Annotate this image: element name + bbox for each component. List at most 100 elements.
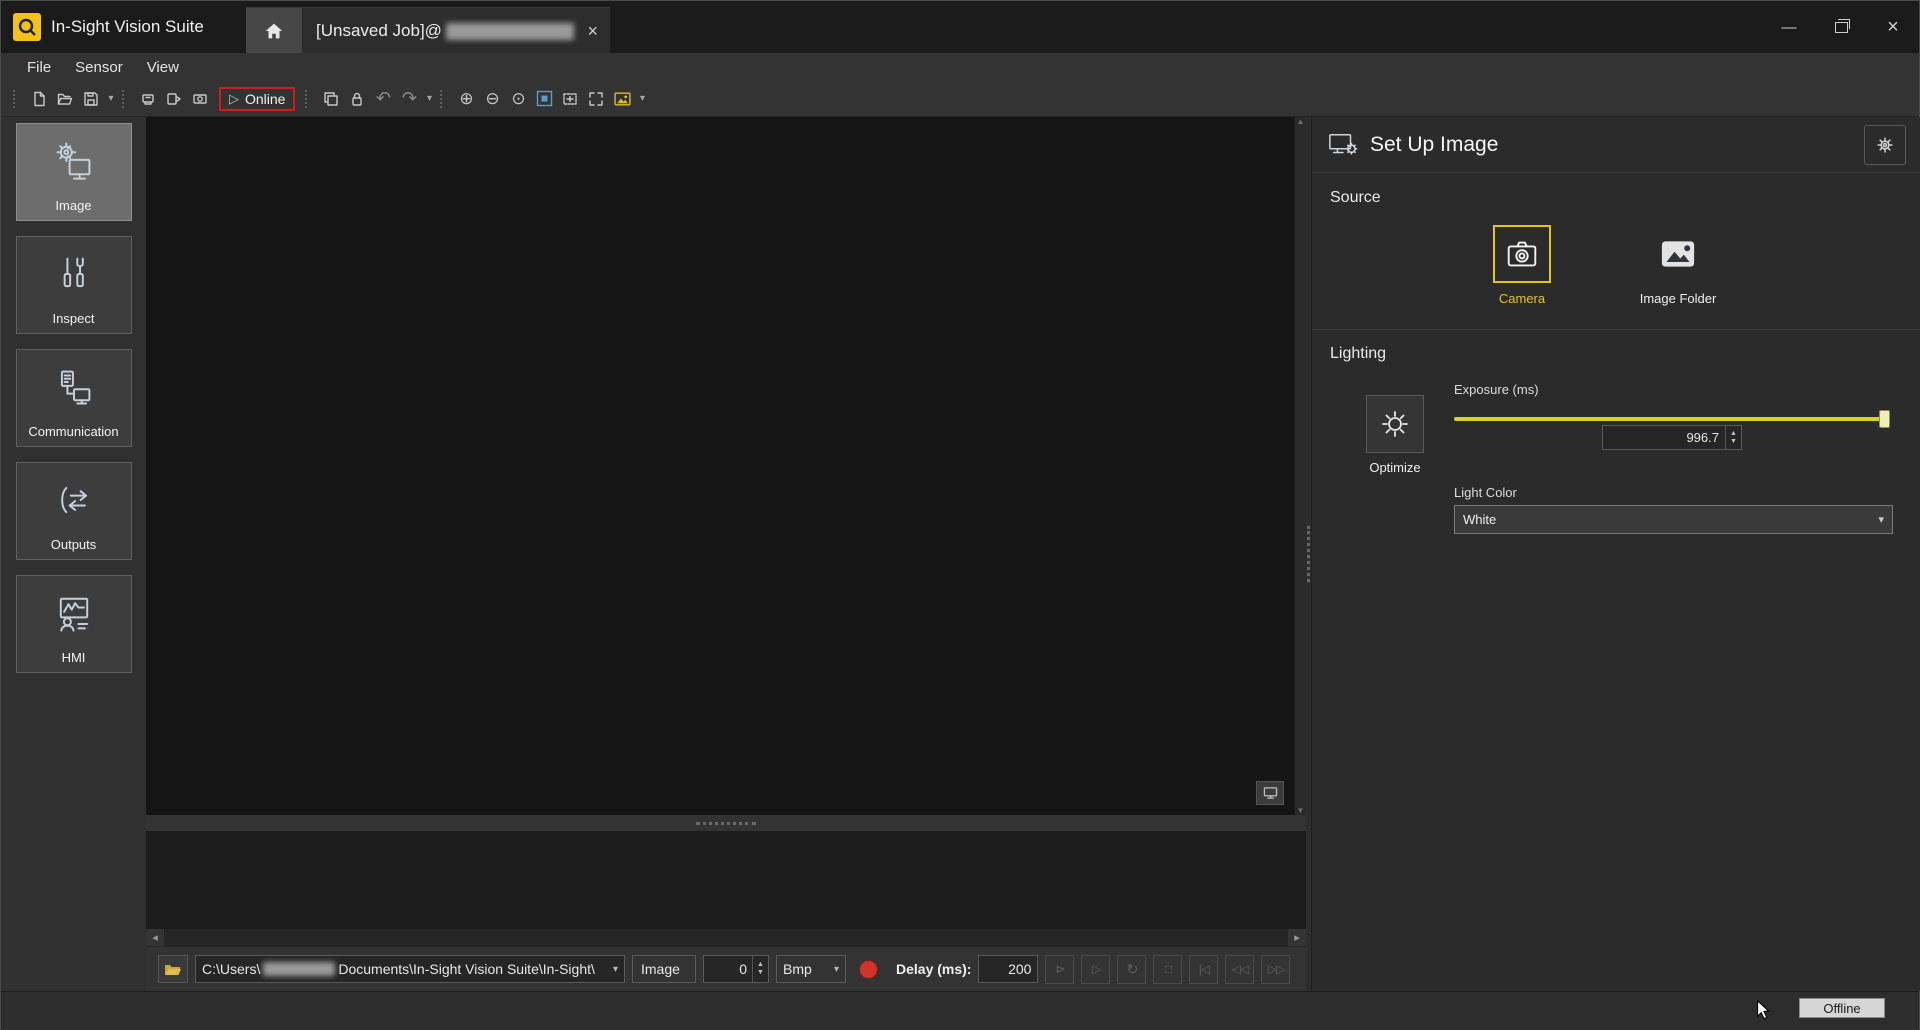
exposure-column: Exposure (ms) 996.7 ▲▼ Light Color White… <box>1454 381 1894 399</box>
add-sensor-button[interactable] <box>161 86 187 112</box>
toolbar-overflow-icon[interactable]: ▾ <box>635 86 649 112</box>
lighting-heading: Lighting <box>1330 345 1386 363</box>
new-job-button[interactable] <box>26 86 52 112</box>
menu-file[interactable]: File <box>15 59 63 76</box>
tab-close-icon[interactable]: × <box>587 21 598 42</box>
sidebar-item-label: Inspect <box>53 311 95 326</box>
section-divider <box>1312 329 1920 330</box>
undo-dropdown-icon[interactable]: ▾ <box>422 86 436 112</box>
toolbar-grip[interactable] <box>440 90 446 108</box>
display-toggle-button[interactable] <box>1256 781 1284 805</box>
image-folder-button[interactable] <box>1649 225 1707 283</box>
scroll-up-icon[interactable]: ▲ <box>1297 117 1305 126</box>
setup-image-icon <box>1328 130 1358 160</box>
settings-button[interactable] <box>1864 125 1906 165</box>
spin-down-icon[interactable]: ▼ <box>1730 438 1737 446</box>
spin-up-icon[interactable]: ▲ <box>757 961 764 969</box>
protect-job-button[interactable] <box>344 86 370 112</box>
image-format-select[interactable]: Bmp ▾ <box>776 955 846 983</box>
scroll-right-icon[interactable]: ▸ <box>1288 929 1306 946</box>
live-view-button[interactable] <box>187 86 213 112</box>
image-index-value[interactable]: 0 <box>704 961 752 977</box>
save-dropdown-icon[interactable]: ▾ <box>104 86 118 112</box>
exposure-value-input[interactable]: 996.7 ▲▼ <box>1602 425 1742 450</box>
scroll-left-icon[interactable]: ◂ <box>146 929 164 946</box>
splitter-grip <box>696 822 756 825</box>
light-color-value: White <box>1463 512 1496 527</box>
menu-sensor[interactable]: Sensor <box>63 59 135 76</box>
close-button[interactable]: × <box>1867 1 1919 53</box>
delay-input[interactable]: 200 <box>978 955 1038 983</box>
communication-icon <box>52 350 96 424</box>
stepper-arrows[interactable]: ▲▼ <box>752 956 768 982</box>
image-path-input[interactable]: C:\Users\ Documents\In-Sight Vision Suit… <box>195 955 625 983</box>
save-job-button[interactable] <box>78 86 104 112</box>
minimize-button[interactable]: — <box>1763 1 1815 53</box>
image-folder-label: Image Folder <box>1640 291 1717 306</box>
scroll-down-icon[interactable]: ▼ <box>1297 806 1305 815</box>
camera-button[interactable] <box>1493 225 1551 283</box>
image-overlay-button[interactable] <box>609 86 635 112</box>
main-toolbar: ▾ ▷ Online ↶ ↷ ▾ ⊕ ⊖ ⊙ ▾ <box>1 81 1919 117</box>
image-viewport[interactable]: ▲ ▼ <box>146 117 1306 815</box>
zoom-out-button[interactable]: ⊖ <box>479 86 505 112</box>
home-icon[interactable] <box>246 8 302 54</box>
tab-title: [Unsaved Job]@ <box>316 21 442 41</box>
undo-button[interactable]: ↶ <box>370 86 396 112</box>
toolbar-grip[interactable] <box>122 90 128 108</box>
light-color-select[interactable]: White ▾ <box>1454 505 1893 534</box>
format-dropdown-icon[interactable]: ▾ <box>834 964 839 975</box>
filmstrip-area[interactable] <box>146 831 1306 929</box>
scale-to-fit-button[interactable] <box>531 86 557 112</box>
slider-track[interactable] <box>1454 417 1888 421</box>
optimize-label: Optimize <box>1369 460 1420 475</box>
next-image-button[interactable]: ▷▷ <box>1261 955 1290 984</box>
horizontal-splitter[interactable] <box>146 815 1306 831</box>
sidebar-item-hmi[interactable]: HMI <box>16 575 132 673</box>
redo-button[interactable]: ↷ <box>396 86 422 112</box>
open-image-folder-button[interactable] <box>158 955 188 983</box>
previous-image-button[interactable]: ◁◁ <box>1225 955 1254 984</box>
toolbar-grip[interactable] <box>13 90 19 108</box>
zoom-actual-size-button[interactable]: ⊙ <box>505 86 531 112</box>
spin-down-icon[interactable]: ▼ <box>757 969 764 977</box>
toolbar-grip[interactable] <box>305 90 311 108</box>
online-toggle-button[interactable]: Online <box>245 91 285 107</box>
outputs-arrows-icon <box>52 463 96 537</box>
sidebar-item-communication[interactable]: Communication <box>16 349 132 447</box>
online-play-icon: ▷ <box>229 91 239 107</box>
zoom-region-button[interactable] <box>557 86 583 112</box>
image-index-stepper[interactable]: 0 ▲▼ <box>703 955 769 983</box>
horizontal-scrollbar[interactable]: ◂ ▸ <box>146 929 1306 946</box>
sidebar-item-inspect[interactable]: Inspect <box>16 236 132 334</box>
expand-view-button[interactable] <box>583 86 609 112</box>
path-dropdown-icon[interactable]: ▾ <box>613 964 618 975</box>
sidebar-item-outputs[interactable]: Outputs <box>16 462 132 560</box>
copy-job-button[interactable] <box>318 86 344 112</box>
play-button[interactable]: ▷ <box>1081 955 1110 984</box>
source-image-folder-option[interactable]: Image Folder <box>1626 225 1730 306</box>
light-color-dropdown-icon[interactable]: ▾ <box>1878 513 1884 526</box>
play-step-button[interactable]: ⊳ <box>1045 955 1074 984</box>
vertical-scrollbar[interactable]: ▲ ▼ <box>1294 117 1306 815</box>
offline-button[interactable]: Offline <box>1799 998 1885 1018</box>
path-suffix: Documents\In-Sight Vision Suite\In-Sight… <box>338 961 595 977</box>
zoom-in-button[interactable]: ⊕ <box>453 86 479 112</box>
open-job-button[interactable] <box>52 86 78 112</box>
slider-handle[interactable] <box>1879 410 1890 428</box>
exposure-value[interactable]: 996.7 <box>1603 430 1725 445</box>
spin-up-icon[interactable]: ▲ <box>1730 430 1737 438</box>
menu-view[interactable]: View <box>135 59 191 76</box>
record-button[interactable] <box>853 955 883 983</box>
delay-value: 200 <box>979 961 1037 977</box>
sidebar-item-image[interactable]: Image <box>16 123 132 221</box>
job-tab[interactable]: [Unsaved Job]@ × <box>246 7 610 54</box>
stepper-arrows[interactable]: ▲▼ <box>1725 426 1741 449</box>
loop-button[interactable]: ↻ <box>1117 955 1146 984</box>
optimize-button[interactable] <box>1366 395 1424 453</box>
stop-button[interactable]: □ <box>1153 955 1182 984</box>
restore-button[interactable] <box>1815 1 1867 53</box>
first-image-button[interactable]: |◁ <box>1189 955 1218 984</box>
source-camera-option[interactable]: Camera <box>1470 225 1574 306</box>
connect-sensor-button[interactable] <box>135 86 161 112</box>
